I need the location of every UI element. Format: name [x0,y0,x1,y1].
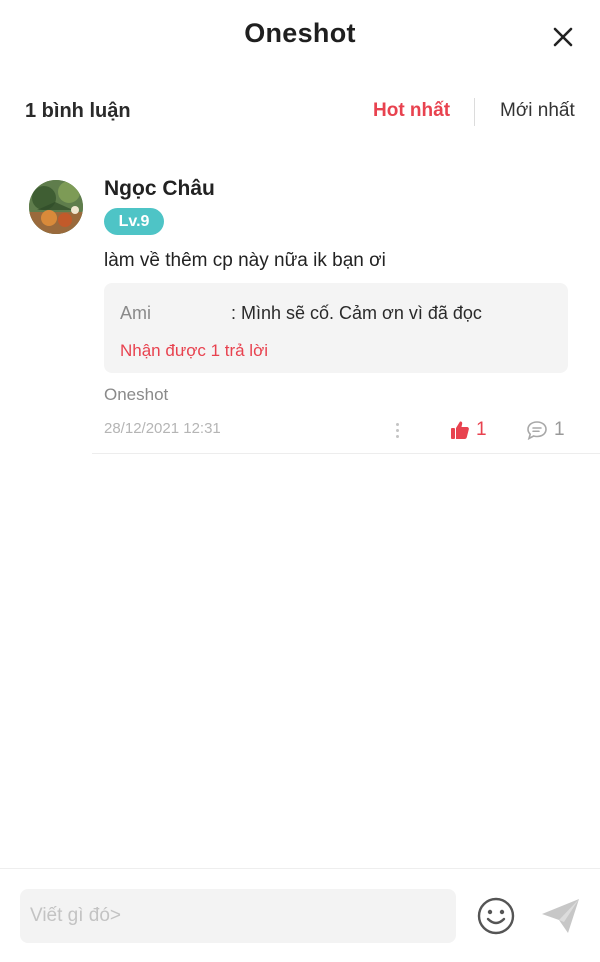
sort-hot-tab[interactable]: Hot nhất [373,100,450,122]
view-replies-link[interactable]: Nhận được 1 trả lời [120,341,268,361]
reply-preview[interactable]: Ami : Mình sẽ cố. Cảm ơn vì đã đọc Nhận … [104,283,568,373]
avatar-image [29,180,83,234]
more-dot-icon [395,428,399,432]
reply-author: Ami [120,303,151,323]
more-dot-icon [395,434,399,438]
more-dot-icon [395,422,399,426]
sheet-title: Oneshot [244,18,356,48]
close-button[interactable] [548,22,578,52]
comments-sheet: Oneshot 1 bình luận Hot nhất Mới nhất Ng… [0,0,600,962]
like-count: 1 [476,419,487,440]
comment-count: 1 bình luận [25,100,131,122]
comment-bubble-icon [527,421,547,440]
comment-username[interactable]: Ngọc Châu [104,177,215,201]
sort-divider [474,98,475,126]
avatar[interactable] [29,180,83,234]
comment-divider [92,453,600,454]
like-button[interactable]: 1 [450,416,487,444]
comment-timestamp: 28/12/2021 12:31 [104,420,221,437]
reply-button[interactable]: 1 [526,416,565,444]
comment-meta: 28/12/2021 12:31 1 1 [104,416,574,444]
send-icon [542,899,579,933]
smiley-icon [477,897,515,935]
thumbs-up-icon [451,421,469,439]
close-icon [553,27,573,47]
comment-composer [0,868,600,962]
comment-text: làm về thêm cp này nữa ik bạn ơi [104,250,386,271]
more-options-button[interactable] [390,419,404,441]
sort-new-tab[interactable]: Mới nhất [500,100,575,122]
reply-text: : Mình sẽ cố. Cảm ơn vì đã đọc [231,303,482,323]
reply-count: 1 [554,419,565,440]
comment-item: Ngọc Châu Lv.9 làm về thêm cp này nữa ik… [0,170,600,460]
comments-toolbar: 1 bình luận Hot nhất Mới nhất [0,92,600,132]
title-bar: Oneshot [0,0,600,72]
story-name[interactable]: Oneshot [104,385,168,405]
emoji-button[interactable] [476,896,516,936]
comment-input[interactable] [20,889,456,943]
level-badge: Lv.9 [104,208,164,235]
send-button[interactable] [540,896,582,936]
